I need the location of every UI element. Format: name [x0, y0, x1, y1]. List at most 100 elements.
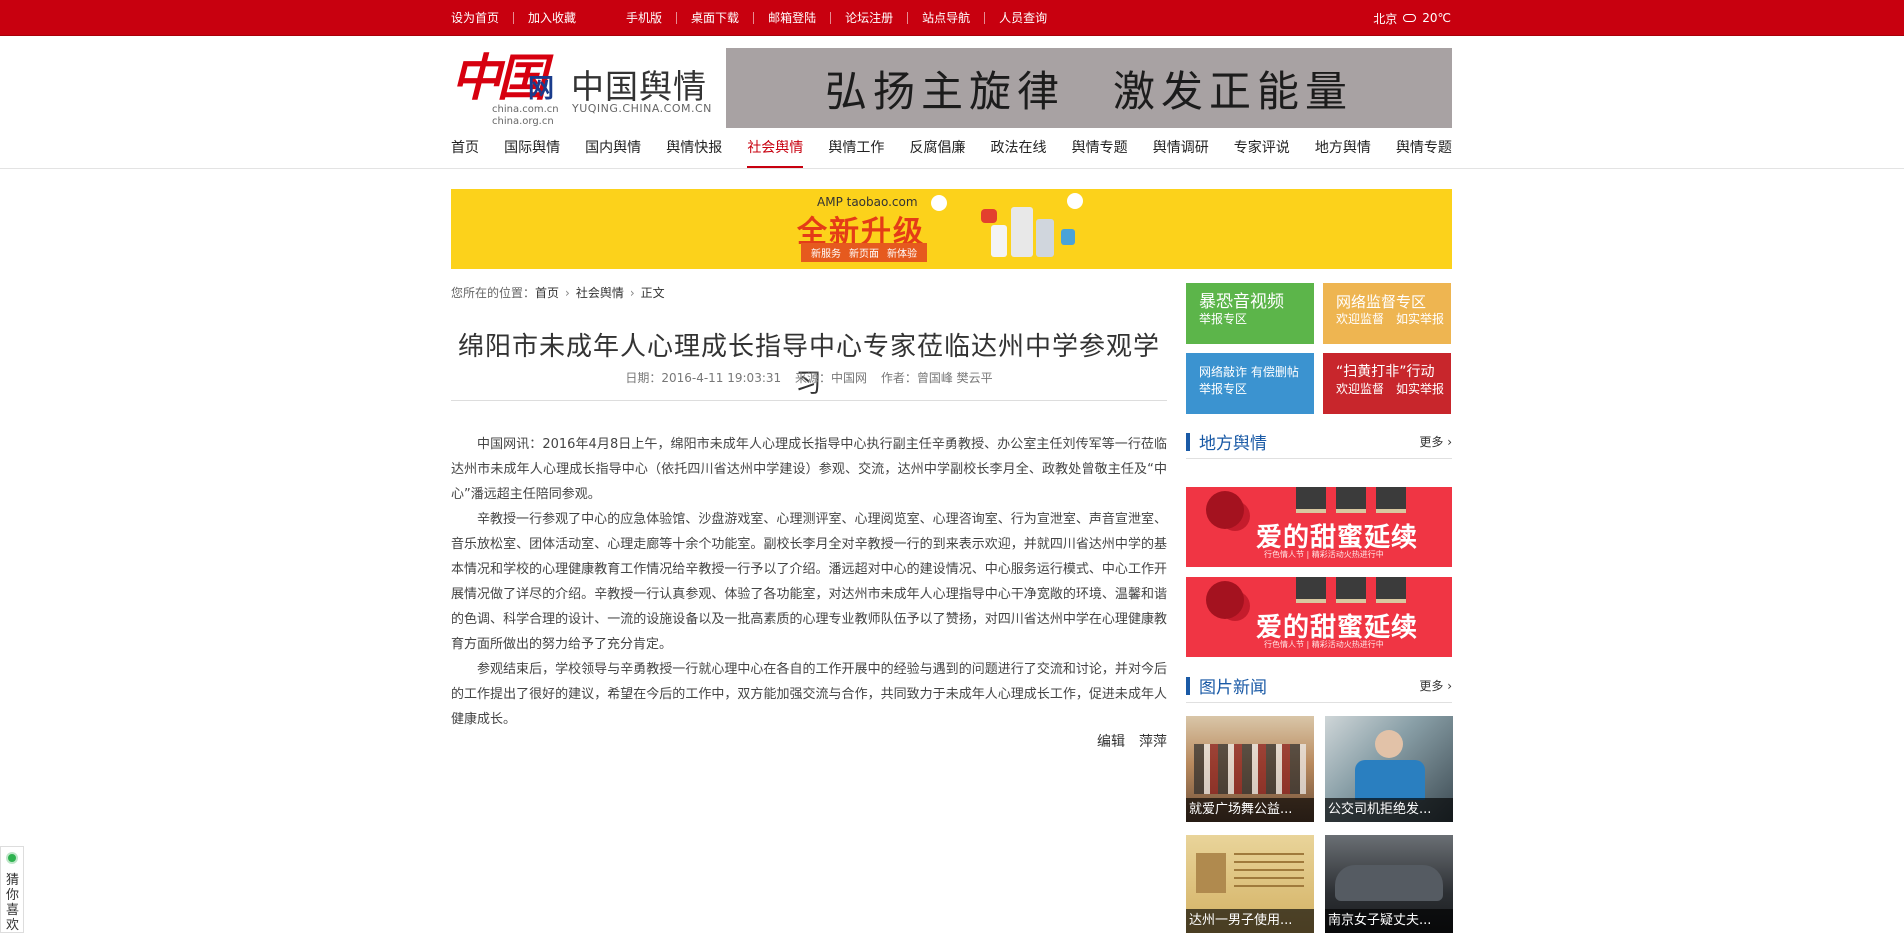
local-opinion-more[interactable]: 更多 › — [1419, 433, 1452, 450]
section-bar — [1186, 433, 1190, 451]
main-nav: 首页 国际舆情 国内舆情 舆情快报 社会舆情 舆情工作 反腐倡廉 政法在线 舆情… — [451, 138, 1452, 168]
guess-you-like-widget[interactable]: 猜你喜欢 — [0, 846, 24, 933]
breadcrumb-section[interactable]: 社会舆情 — [576, 284, 624, 301]
guess-you-like-label: 猜你喜欢 — [6, 873, 20, 933]
site-header: 中国 网 china.com.cn china.org.cn 中国舆情 YUQI… — [451, 48, 1452, 128]
article-paragraph: 参观结束后，学校领导与辛勇教授一行就心理中心在各自的工作开展中的经验与遇到的问题… — [451, 662, 1167, 727]
nav-item-topics[interactable]: 舆情专题 — [1072, 138, 1128, 168]
site-subtitle: YUQING.CHINA.COM.CN — [572, 102, 712, 115]
nav-item-society[interactable]: 社会舆情 — [747, 138, 804, 168]
weather-temp: 20℃ — [1422, 11, 1451, 25]
lipstick-image — [1376, 487, 1406, 513]
tile-line1: 网络监督专区 — [1336, 293, 1427, 311]
photo-news-item[interactable]: 南京女子疑丈夫... — [1325, 835, 1453, 933]
nav-item-local[interactable]: 地方舆情 — [1315, 138, 1371, 168]
top-link-forum[interactable]: 论坛注册 — [831, 12, 909, 24]
rose-image — [1206, 491, 1244, 529]
tile-line2: 举报专区 — [1199, 312, 1248, 326]
nav-item-international[interactable]: 国际舆情 — [504, 138, 560, 168]
logo-domains: china.com.cn china.org.cn — [492, 104, 559, 128]
breadcrumb: 您所在的位置： 首页 › 社会舆情 › 正文 — [451, 284, 665, 301]
photo-seat — [1355, 760, 1425, 800]
love-ad-subtext: 行色情人节 | 精彩活动火热进行中 — [1264, 640, 1384, 649]
article-paragraph: 中国网讯：2016年4月8日上午，绵阳市未成年人心理成长指导中心执行副主任辛勇教… — [451, 437, 1167, 502]
section-underline — [1186, 702, 1452, 703]
tile-network-supervision[interactable]: 网络监督专区 欢迎监督 如实举报 — [1323, 283, 1451, 344]
logo-domain-2: china.org.cn — [492, 116, 554, 127]
article-source-value: 中国网 — [830, 371, 867, 385]
nav-item-domestic[interactable]: 国内舆情 — [585, 138, 641, 168]
nav-item-topics-2[interactable]: 舆情专题 — [1396, 138, 1452, 168]
article-body: 中国网讯：2016年4月8日上午，绵阳市未成年人心理成长指导中心执行副主任辛勇教… — [451, 432, 1167, 732]
top-link-mobile[interactable]: 手机版 — [612, 12, 678, 24]
chevron-right-icon: › — [565, 285, 570, 300]
taobao-ad-banner[interactable]: AMP taobao.com 全新升级 新服务 新页面 新体验 — [451, 189, 1452, 269]
nav-item-home[interactable]: 首页 — [451, 138, 479, 168]
nav-item-law[interactable]: 政法在线 — [991, 138, 1047, 168]
nav-item-survey[interactable]: 舆情调研 — [1153, 138, 1209, 168]
love-ad-banner[interactable]: 爱的甜蜜延续 行色情人节 | 精彩活动火热进行中 — [1186, 487, 1452, 567]
more-label: 更多 — [1419, 679, 1444, 693]
tile-network-extortion[interactable]: 网络敲诈 有偿删帖 举报专区 — [1186, 353, 1314, 414]
top-links: 设为首页 加入收藏 手机版 桌面下载 邮箱登陆 论坛注册 站点导航 人员查询 — [451, 0, 1061, 36]
tile-line2: 欢迎监督 如实举报 — [1336, 382, 1445, 396]
tile-line2: 欢迎监督 如实举报 — [1336, 312, 1445, 326]
breadcrumb-home[interactable]: 首页 — [535, 284, 559, 301]
love-ad-banner[interactable]: 爱的甜蜜延续 行色情人节 | 精彩活动火热进行中 — [1186, 577, 1452, 657]
top-link-favorite[interactable]: 加入收藏 — [514, 12, 612, 24]
chevron-right-icon: › — [1447, 679, 1452, 693]
tile-line2: 举报专区 — [1199, 382, 1248, 396]
breadcrumb-prefix: 您所在的位置： — [451, 286, 536, 300]
weather: 北京 20℃ — [1373, 0, 1451, 36]
slogan-text: 弘扬主旋律 激发正能量 — [824, 66, 1353, 116]
photo-news-more[interactable]: 更多 › — [1419, 677, 1452, 694]
ad-chip: 新服务 — [811, 249, 841, 260]
nav-item-work[interactable]: 舆情工作 — [828, 138, 884, 168]
photo-news-title[interactable]: 图片新闻 — [1199, 673, 1267, 698]
ad-illustration-building — [1036, 219, 1054, 257]
article-author-label: 作者： — [880, 371, 917, 385]
article-author-value: 曾国峰 樊云平 — [916, 371, 993, 385]
logo-domain-1: china.com.cn — [492, 104, 559, 115]
lipstick-image — [1336, 487, 1366, 513]
article-title: 绵阳市未成年人心理成长指导中心专家莅临达州中学参观学习 — [457, 332, 1160, 399]
love-ad-subtext: 行色情人节 | 精彩活动火热进行中 — [1264, 550, 1384, 559]
top-link-mail[interactable]: 邮箱登陆 — [754, 12, 832, 24]
tile-line1: 暴恐音视频 — [1199, 292, 1284, 312]
top-link-staff[interactable]: 人员查询 — [985, 12, 1061, 24]
photo-caption: 公交司机拒绝发... — [1325, 798, 1453, 822]
site-title: 中国舆情 — [571, 67, 707, 106]
nav-item-express[interactable]: 舆情快报 — [666, 138, 722, 168]
article-date-value: 2016-4-11 19:03:31 — [661, 371, 782, 385]
chevron-right-icon: › — [629, 285, 635, 300]
nav-item-expert[interactable]: 专家评说 — [1234, 138, 1290, 168]
local-opinion-header: 地方舆情 更多 › — [1186, 427, 1452, 459]
article-date-label: 日期： — [625, 371, 662, 385]
ad-illustration-bag — [1061, 229, 1075, 245]
status-dot-icon — [6, 852, 18, 864]
article-editor: 编辑 萍萍 — [1097, 734, 1167, 750]
more-label: 更多 — [1419, 435, 1444, 449]
photo-news-header: 图片新闻 更多 › — [1186, 671, 1452, 703]
top-bar: 设为首页 加入收藏 手机版 桌面下载 邮箱登陆 论坛注册 站点导航 人员查询 北… — [0, 0, 1904, 36]
weather-city: 北京 — [1373, 11, 1398, 26]
tile-terror-video-report[interactable]: 暴恐音视频 举报专区 — [1186, 283, 1314, 344]
article-source-label: 来源： — [794, 371, 831, 385]
top-link-desktop[interactable]: 桌面下载 — [677, 12, 755, 24]
top-link-sitemap[interactable]: 站点导航 — [908, 12, 986, 24]
nav-item-anticorruption[interactable]: 反腐倡廉 — [909, 138, 965, 168]
ad-illustration-gift — [1067, 193, 1083, 209]
tile-line1: 网络敲诈 有偿删帖 — [1199, 365, 1299, 379]
top-link-set-home[interactable]: 设为首页 — [451, 12, 515, 24]
photo-news-item[interactable]: 公交司机拒绝发... — [1325, 716, 1453, 822]
logo-wang-text: 网 — [528, 74, 555, 104]
ad-chip: 新页面 — [849, 249, 879, 260]
photo-news-item[interactable]: 就爱广场舞公益... — [1186, 716, 1314, 822]
photo-people — [1194, 744, 1306, 794]
local-opinion-title[interactable]: 地方舆情 — [1199, 429, 1267, 454]
lipstick-image — [1336, 577, 1366, 603]
site-logo[interactable]: 中国 网 china.com.cn china.org.cn 中国舆情 YUQI… — [451, 50, 731, 128]
slogan-banner[interactable]: 弘扬主旋律 激发正能量 — [726, 48, 1452, 128]
photo-news-item[interactable]: 达州一男子使用... — [1186, 835, 1314, 933]
tile-anti-porn[interactable]: “扫黄打非”行动 欢迎监督 如实举报 — [1323, 353, 1451, 414]
